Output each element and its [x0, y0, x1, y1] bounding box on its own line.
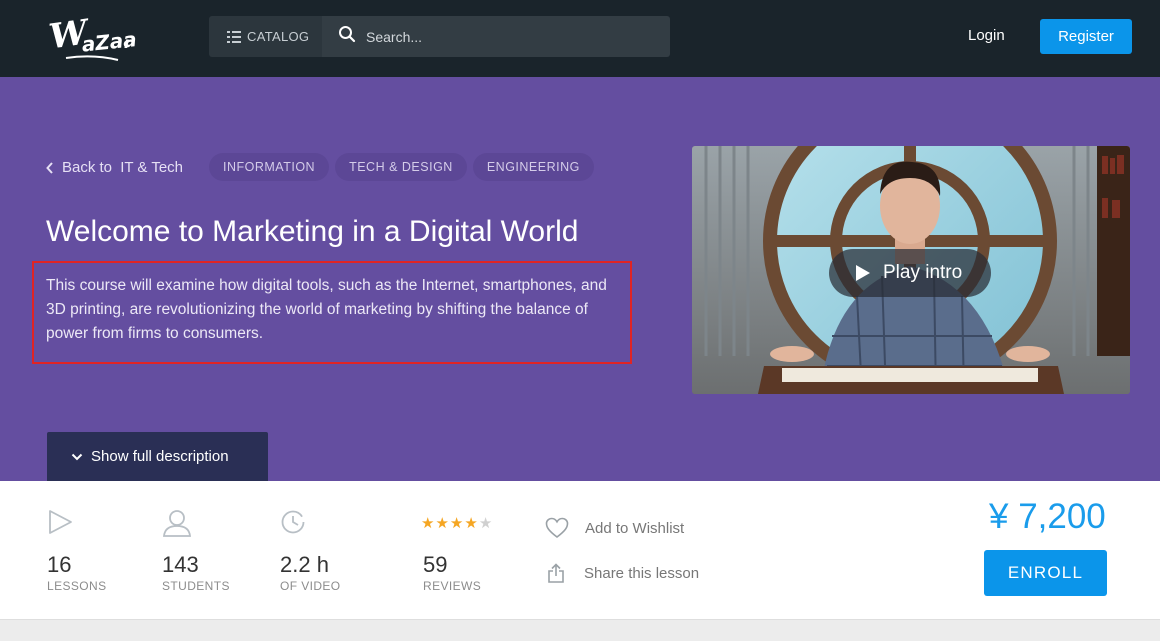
search-bar: [322, 16, 670, 57]
register-button[interactable]: Register: [1040, 19, 1132, 54]
login-link[interactable]: Login: [968, 27, 1005, 44]
tag-tech-design[interactable]: TECH & DESIGN: [335, 153, 467, 181]
clock-icon: [280, 509, 306, 540]
play-intro-label: Play intro: [883, 262, 963, 283]
star-icon: ★: [421, 515, 435, 532]
chevron-down-icon: [71, 453, 83, 461]
reviews-label: REVIEWS: [423, 579, 482, 593]
video-label: OF VIDEO: [280, 579, 341, 593]
tag-engineering[interactable]: ENGINEERING: [472, 153, 594, 181]
add-to-wishlist-button[interactable]: Add to Wishlist: [545, 517, 684, 539]
back-prefix: Back to: [62, 159, 117, 176]
back-category: IT & Tech: [120, 159, 184, 176]
list-icon: [227, 30, 241, 43]
share-label: Share this lesson: [584, 564, 700, 582]
back-to-category-link[interactable]: Back to IT & Tech: [46, 159, 183, 176]
heart-icon: [545, 517, 569, 539]
lessons-count: 16: [47, 552, 72, 577]
chevron-left-icon: [46, 161, 54, 174]
user-outline-icon: [162, 509, 192, 542]
catalog-label: CATALOG: [247, 29, 310, 44]
wazaar-logo[interactable]: W aZaa r: [48, 10, 138, 66]
reviews-count: 59: [423, 552, 448, 577]
intro-video-thumbnail[interactable]: Play intro: [692, 146, 1130, 394]
course-price: ¥ 7,200: [989, 497, 1106, 536]
rating-stars: ★ ★ ★ ★ ★: [421, 516, 492, 531]
course-hero: Back to IT & Tech INFORMATION TECH & DES…: [0, 77, 1160, 481]
course-title: Welcome to Marketing in a Digital World: [46, 215, 579, 248]
star-icon: ★: [449, 515, 464, 532]
wishlist-label: Add to Wishlist: [585, 519, 685, 537]
page-footer-strip: [0, 619, 1160, 641]
course-stats-bar: 16 LESSONS 143 STUDENTS 2.2 h OF VIDEO ★…: [0, 481, 1160, 619]
lessons-label: LESSONS: [47, 579, 107, 593]
star-icon: ★: [478, 515, 493, 532]
course-description: This course will examine how digital too…: [46, 277, 607, 342]
share-icon: [547, 563, 565, 583]
star-icon: ★: [435, 515, 449, 532]
search-input[interactable]: [366, 28, 656, 45]
search-icon[interactable]: [338, 25, 356, 48]
students-label: STUDENTS: [162, 579, 230, 593]
catalog-button[interactable]: CATALOG: [209, 16, 323, 57]
enroll-button[interactable]: ENROLL: [984, 550, 1107, 596]
top-navbar: W aZaa r CATALOG Login Register: [0, 0, 1160, 77]
play-outline-icon: [47, 509, 73, 540]
share-lesson-button[interactable]: Share this lesson: [547, 563, 699, 583]
play-intro-button[interactable]: Play intro: [829, 249, 991, 297]
tag-information[interactable]: INFORMATION: [209, 153, 330, 181]
show-full-label: Show full description: [91, 448, 229, 465]
play-icon: [855, 264, 871, 282]
category-tags: INFORMATION TECH & DESIGN ENGINEERING: [209, 153, 594, 181]
students-count: 143: [162, 552, 199, 577]
show-full-description-button[interactable]: Show full description: [47, 432, 268, 481]
star-icon: ★: [464, 515, 478, 532]
video-hours: 2.2 h: [280, 552, 329, 577]
